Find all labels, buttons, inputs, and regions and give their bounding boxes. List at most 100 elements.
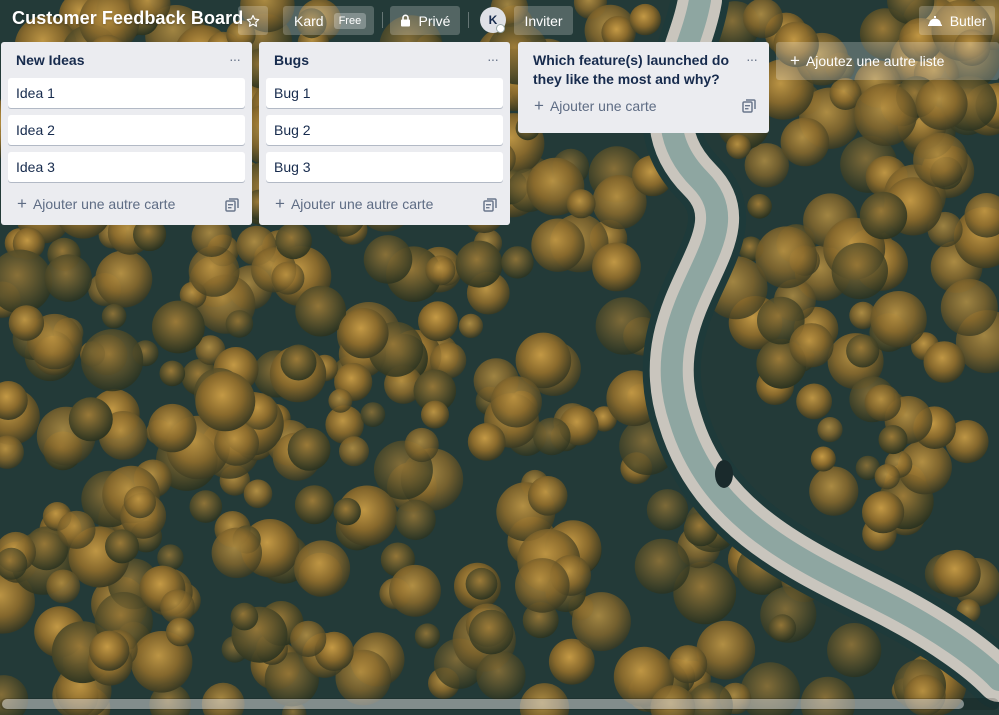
butler-icon (927, 16, 942, 26)
tree-canopy (527, 476, 568, 516)
tree-canopy (81, 329, 144, 392)
tree-canopy (165, 617, 195, 647)
tree-canopy (780, 117, 830, 167)
tree-canopy (846, 334, 880, 368)
add-card-label: Ajouter une carte (549, 98, 657, 114)
tree-canopy (295, 285, 347, 337)
card[interactable]: Bug 1 (266, 78, 503, 108)
tree-canopy (515, 558, 570, 613)
butler-button[interactable]: Butler (919, 6, 995, 35)
tree-canopy (44, 254, 92, 302)
tree-canopy (339, 436, 369, 467)
tree-canopy (360, 402, 386, 427)
list-feature-question: Which feature(s) launched do they like t… (518, 42, 769, 133)
tree-canopy (933, 549, 981, 598)
tree-canopy (747, 194, 772, 219)
card-template-icon[interactable] (225, 198, 239, 212)
star-board-button[interactable] (238, 6, 268, 35)
tree-canopy (404, 427, 439, 463)
tree-canopy (915, 78, 968, 130)
plus-icon: + (790, 51, 800, 70)
tree-canopy (225, 310, 254, 338)
list-new-ideas: New Ideas ··· Idea 1 Idea 2 Idea 3 + Ajo… (1, 42, 252, 225)
tree-canopy (501, 246, 534, 279)
tree-canopy (862, 491, 905, 534)
scrollbar-thumb[interactable] (2, 699, 964, 709)
tree-canopy (831, 242, 888, 300)
horizontal-scrollbar[interactable] (0, 698, 999, 710)
list-title[interactable]: Which feature(s) launched do they like t… (518, 42, 769, 93)
tree-canopy (533, 417, 571, 456)
tree-canopy (101, 303, 127, 329)
plus-icon: + (534, 96, 544, 115)
more-horizontal-icon[interactable]: ··· (229, 51, 241, 67)
butler-label: Butler (949, 12, 987, 29)
tree-canopy (414, 623, 440, 649)
tree-canopy (425, 255, 456, 286)
card[interactable]: Bug 3 (266, 152, 503, 182)
card[interactable]: Idea 1 (8, 78, 245, 108)
tree-canopy (189, 490, 223, 523)
tree-canopy (123, 486, 156, 519)
tree-canopy (810, 446, 836, 472)
tree-canopy (46, 569, 81, 604)
board-title[interactable]: Customer Feedback Board (12, 8, 243, 29)
tree-canopy (592, 242, 641, 292)
tree-canopy (870, 291, 927, 348)
tree-canopy (923, 341, 966, 383)
tree-canopy (467, 423, 506, 461)
list-title[interactable]: Bugs (259, 42, 510, 78)
tree-canopy (726, 134, 751, 159)
tree-canopy (275, 222, 312, 260)
list-bugs: Bugs ··· Bug 1 Bug 2 Bug 3 + Ajouter une… (259, 42, 510, 225)
tree-canopy (389, 564, 441, 617)
card-template-icon[interactable] (483, 198, 497, 212)
plan-badge: Free (333, 12, 367, 29)
board-header: Customer Feedback Board Kard Free Privé … (0, 0, 999, 40)
tree-canopy (195, 371, 256, 432)
more-horizontal-icon[interactable]: ··· (746, 51, 758, 67)
tree-canopy (878, 425, 908, 455)
tree-canopy (230, 602, 259, 631)
add-card-button[interactable]: + Ajouter une carte (518, 93, 769, 127)
card[interactable]: Idea 2 (8, 115, 245, 145)
card[interactable]: Bug 2 (266, 115, 503, 145)
card[interactable]: Idea 3 (8, 152, 245, 182)
tree-canopy (809, 466, 859, 516)
tree-canopy (531, 218, 585, 272)
tree-canopy (634, 538, 690, 594)
tree-canopy (458, 313, 483, 338)
tree-canopy (338, 308, 389, 359)
visibility-button[interactable]: Privé (390, 6, 460, 35)
add-list-button[interactable]: + Ajoutez une autre liste (776, 42, 999, 80)
more-horizontal-icon[interactable]: ··· (487, 51, 499, 67)
add-list-label: Ajoutez une autre liste (805, 53, 945, 69)
card-template-icon[interactable] (742, 99, 756, 113)
visibility-label: Privé (418, 12, 451, 29)
tree-canopy (864, 384, 902, 422)
tree-canopy (669, 645, 708, 684)
invite-button[interactable]: Inviter (514, 6, 573, 35)
list-title[interactable]: New Ideas (1, 42, 252, 78)
tree-canopy (913, 132, 968, 188)
tree-canopy (148, 403, 197, 453)
tree-canopy (395, 499, 436, 541)
add-card-label: Ajouter une autre carte (290, 196, 434, 212)
tree-canopy (280, 344, 317, 381)
tree-canopy (940, 279, 998, 336)
add-card-button[interactable]: + Ajouter une autre carte (259, 189, 510, 223)
lock-icon (400, 14, 410, 27)
add-card-button[interactable]: + Ajouter une autre carte (1, 189, 252, 223)
tree-canopy (68, 397, 113, 442)
team-button[interactable]: Kard Free (283, 6, 374, 35)
tree-canopy (243, 479, 273, 509)
tree-canopy (105, 529, 139, 564)
tree-canopy (294, 540, 351, 597)
tree-canopy (796, 383, 832, 420)
tree-canopy (333, 497, 361, 526)
team-name: Kard (294, 12, 324, 29)
tree-canopy (57, 510, 96, 549)
tree-canopy (211, 527, 262, 578)
tree-canopy (874, 464, 900, 490)
tree-canopy (827, 623, 882, 678)
